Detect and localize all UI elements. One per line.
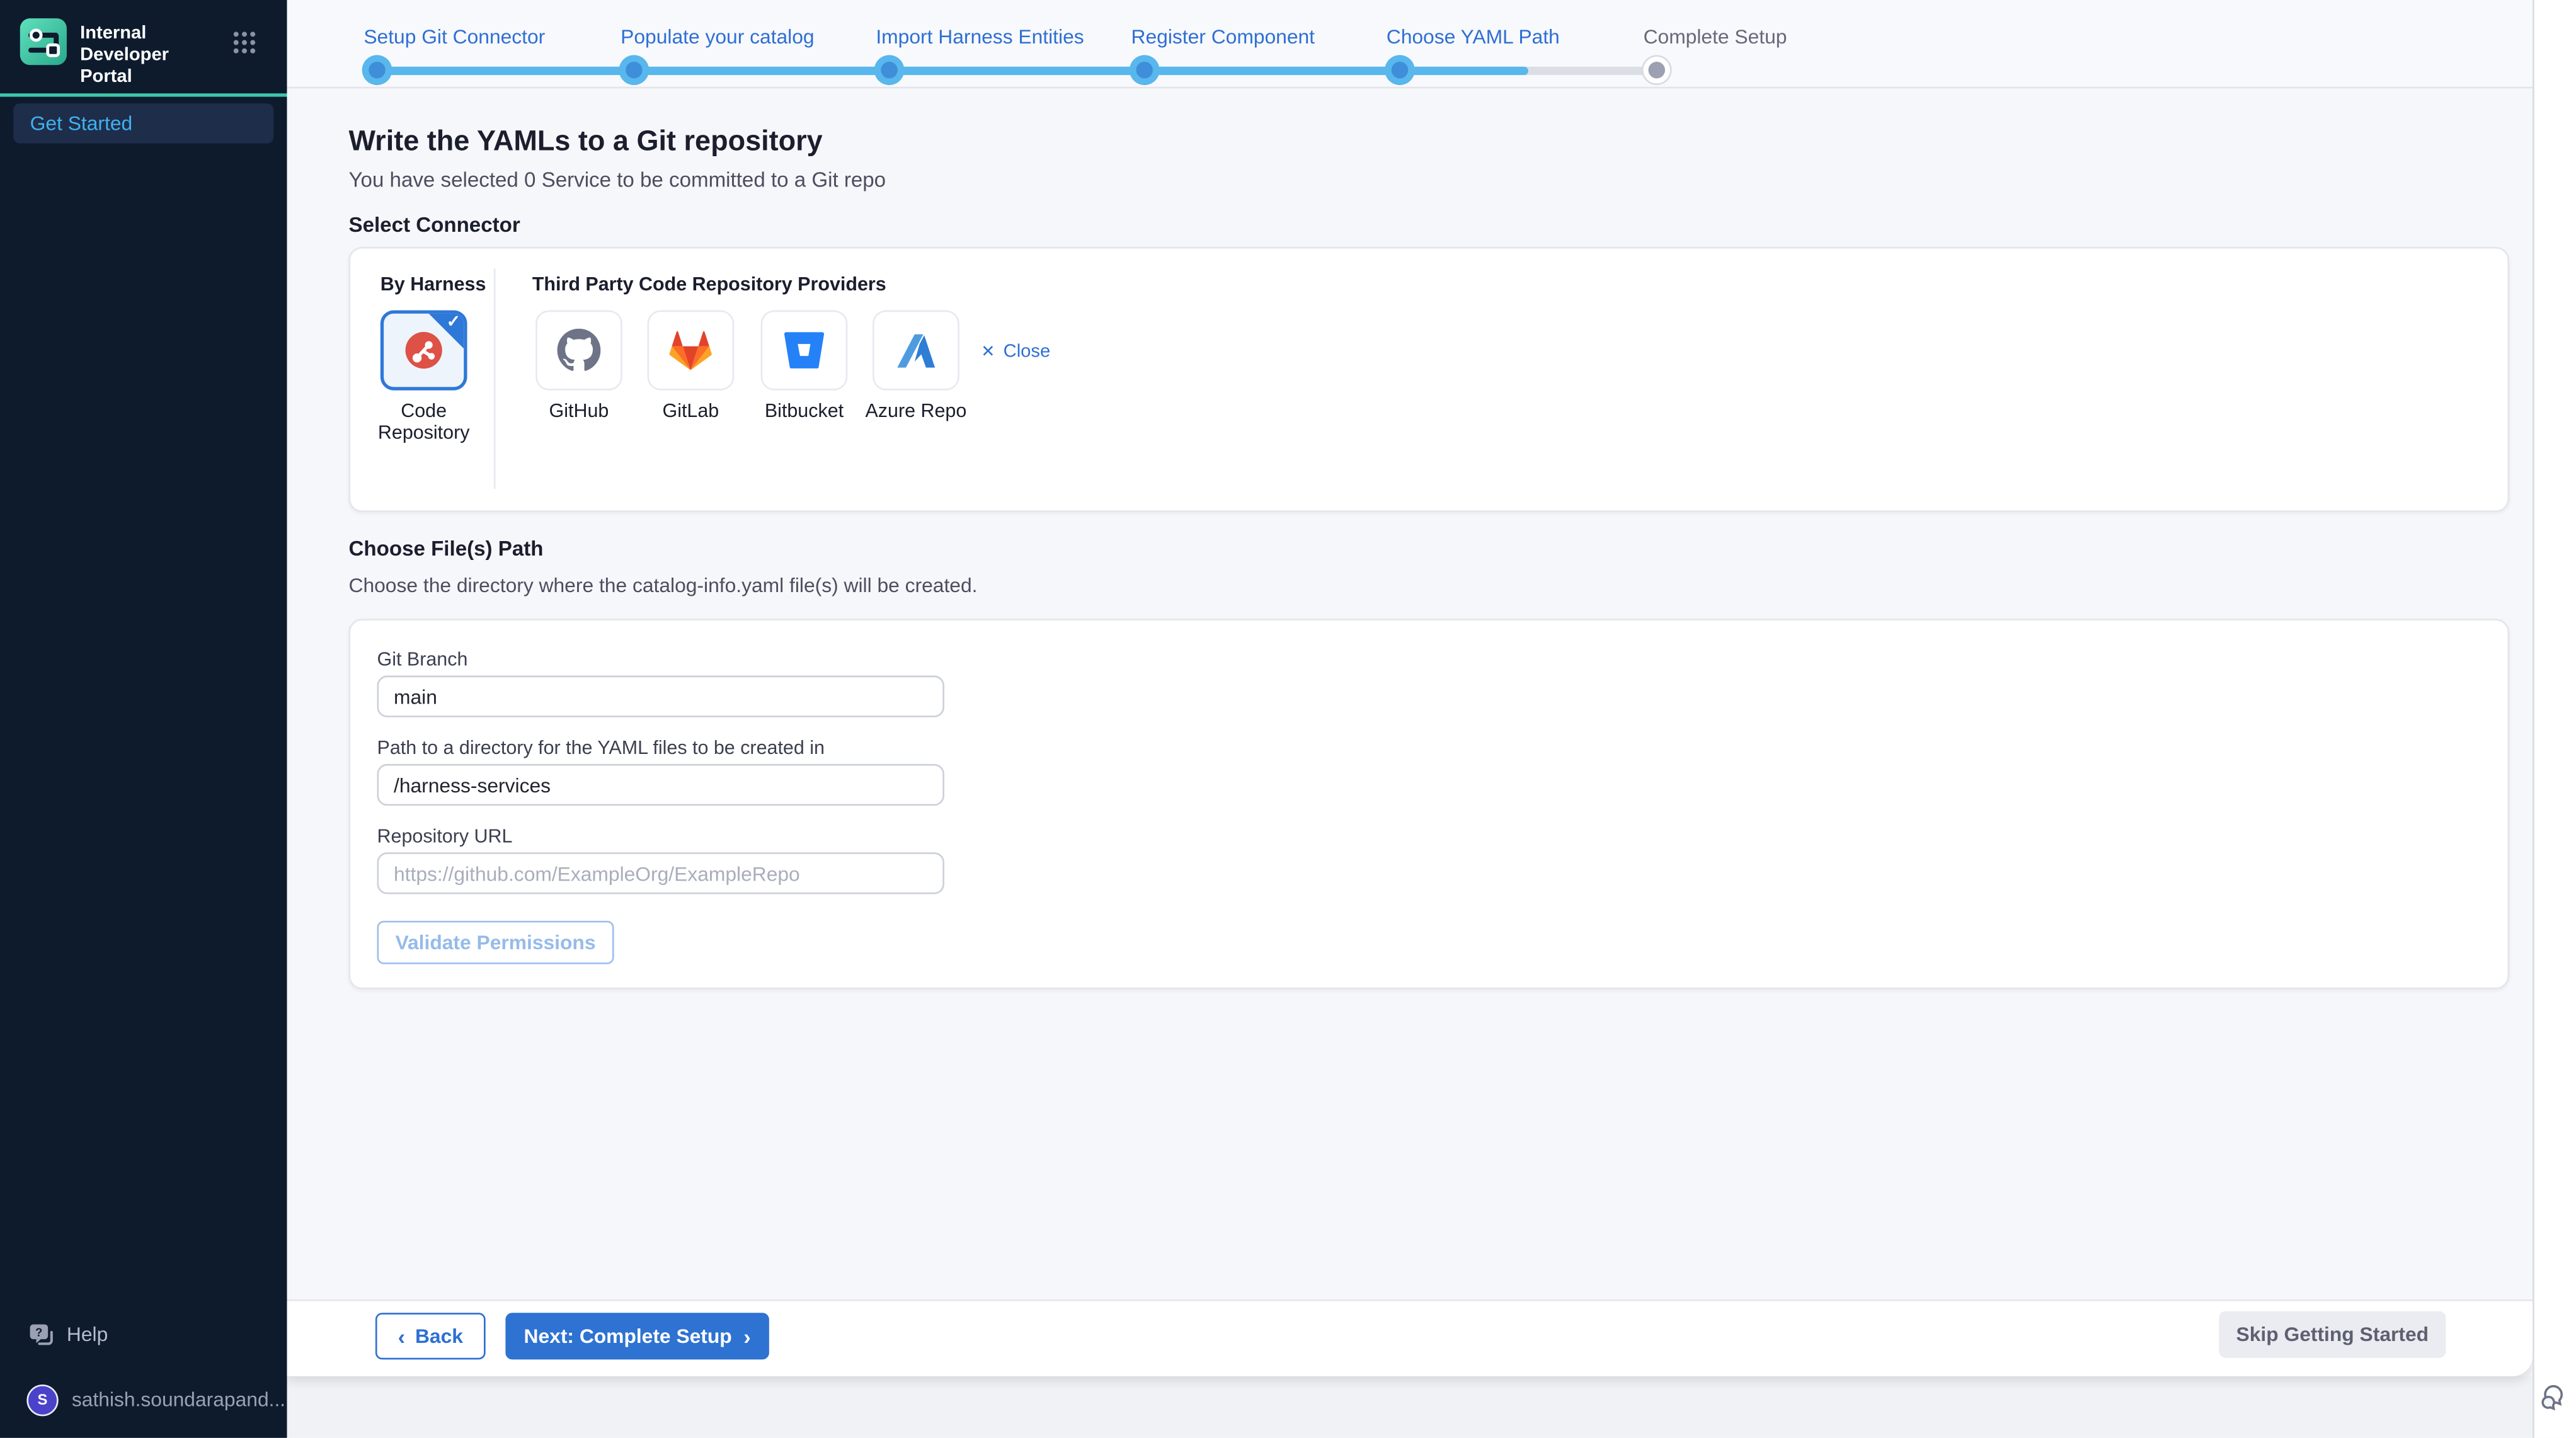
- sidebar-header: Internal Developer Portal: [0, 0, 287, 93]
- close-connector-picker-button[interactable]: ✕ Close: [981, 342, 1050, 362]
- bitbucket-icon: [784, 332, 825, 368]
- sidebar: Internal Developer Portal Get Started ? …: [0, 0, 287, 1438]
- step-choose-yaml-path[interactable]: Choose YAML Path: [1387, 25, 1560, 49]
- step-dot-4[interactable]: [1130, 55, 1160, 85]
- step-import-harness-entities[interactable]: Import Harness Entities: [876, 25, 1084, 49]
- step-dot-1[interactable]: [362, 55, 392, 85]
- back-button[interactable]: ‹ Back: [375, 1313, 486, 1359]
- sidebar-help[interactable]: ? Help: [0, 1315, 287, 1355]
- path-form-card: Git Branch Path to a directory for the Y…: [348, 619, 2509, 990]
- stepper-track: [377, 67, 1657, 75]
- help-chat-icon: ?: [28, 1322, 55, 1347]
- by-harness-label: By Harness: [381, 275, 486, 295]
- main-panel: Setup Git Connector Populate your catalo…: [287, 0, 2533, 1376]
- sidebar-item-label: Get Started: [30, 111, 133, 135]
- step-setup-git-connector[interactable]: Setup Git Connector: [364, 25, 545, 49]
- validate-permissions-button[interactable]: Validate Permissions: [377, 921, 614, 964]
- provider-tile-bitbucket[interactable]: [761, 311, 848, 391]
- connector-divider: [494, 268, 496, 489]
- sidebar-item-get-started[interactable]: Get Started: [13, 103, 273, 144]
- step-register-component[interactable]: Register Component: [1131, 25, 1315, 49]
- app-title: Internal Developer Portal: [80, 23, 220, 88]
- provider-label-gitlab: GitLab: [648, 402, 735, 423]
- svg-text:?: ?: [35, 1325, 42, 1338]
- yaml-directory-input[interactable]: [377, 764, 944, 806]
- page-subtitle: You have selected 0 Service to be commit…: [348, 168, 886, 191]
- step-dot-5-current[interactable]: [1385, 55, 1415, 85]
- provider-label-github: GitHub: [535, 402, 622, 423]
- close-icon: ✕: [981, 343, 995, 361]
- chevron-right-icon: ›: [743, 1325, 751, 1347]
- close-label: Close: [1004, 342, 1050, 362]
- git-branch-label: Git Branch: [377, 651, 468, 671]
- repository-url-input[interactable]: [377, 852, 944, 894]
- app-root: Internal Developer Portal Get Started ? …: [0, 0, 2576, 1438]
- sidebar-user[interactable]: S sathish.soundarapand...: [0, 1379, 287, 1420]
- git-branch-input[interactable]: [377, 676, 944, 717]
- setup-stepper: Setup Git Connector Populate your catalo…: [287, 0, 2533, 88]
- github-icon: [558, 329, 601, 372]
- sidebar-accent-divider: [0, 93, 287, 96]
- provider-label-code-repository: Code Repository: [369, 402, 479, 445]
- gitlab-icon: [669, 329, 713, 371]
- step-dot-3[interactable]: [874, 55, 905, 85]
- provider-tile-azure-repo[interactable]: [873, 311, 959, 391]
- step-dot-6: [1642, 55, 1672, 85]
- yaml-directory-label: Path to a directory for the YAML files t…: [377, 739, 825, 759]
- provider-label-bitbucket: Bitbucket: [761, 402, 848, 423]
- provider-tile-code-repository[interactable]: ✓: [381, 311, 467, 391]
- chevron-left-icon: ‹: [398, 1325, 406, 1347]
- select-connector-heading: Select Connector: [348, 214, 520, 237]
- harness-idp-logo-icon[interactable]: [20, 18, 67, 65]
- user-name: sathish.soundarapand...: [72, 1388, 285, 1411]
- azure-repo-icon: [894, 330, 937, 370]
- repository-url-label: Repository URL: [377, 828, 513, 848]
- third-party-label: Third Party Code Repository Providers: [532, 275, 886, 295]
- page-title: Write the YAMLs to a Git repository: [348, 125, 822, 159]
- help-label: Help: [67, 1323, 108, 1346]
- skip-getting-started-button[interactable]: Skip Getting Started: [2219, 1311, 2446, 1358]
- choose-files-path-heading: Choose File(s) Path: [348, 537, 543, 561]
- step-complete-setup: Complete Setup: [1644, 25, 1787, 49]
- app-switcher-icon[interactable]: [234, 31, 257, 55]
- wizard-footer: ‹ Back Next: Complete Setup › Skip Getti…: [287, 1299, 2533, 1376]
- provider-tile-gitlab[interactable]: [648, 311, 735, 391]
- choose-files-path-description: Choose the directory where the catalog-i…: [348, 574, 977, 597]
- connector-card: By Harness Third Party Code Repository P…: [348, 247, 2509, 512]
- step-dot-2[interactable]: [619, 55, 650, 85]
- stepper-progress-fill: [377, 67, 1528, 75]
- next-complete-setup-button[interactable]: Next: Complete Setup ›: [505, 1313, 769, 1359]
- provider-tile-github[interactable]: [535, 311, 622, 391]
- right-gutter: [2533, 0, 2576, 1438]
- chat-widget-icon[interactable]: [2541, 1383, 2571, 1413]
- user-avatar: S: [26, 1384, 58, 1415]
- step-populate-your-catalog[interactable]: Populate your catalog: [621, 25, 814, 49]
- bottom-gutter: [287, 1376, 2533, 1438]
- provider-label-azure-repo: Azure Repo: [864, 402, 968, 423]
- check-icon: ✓: [447, 314, 461, 332]
